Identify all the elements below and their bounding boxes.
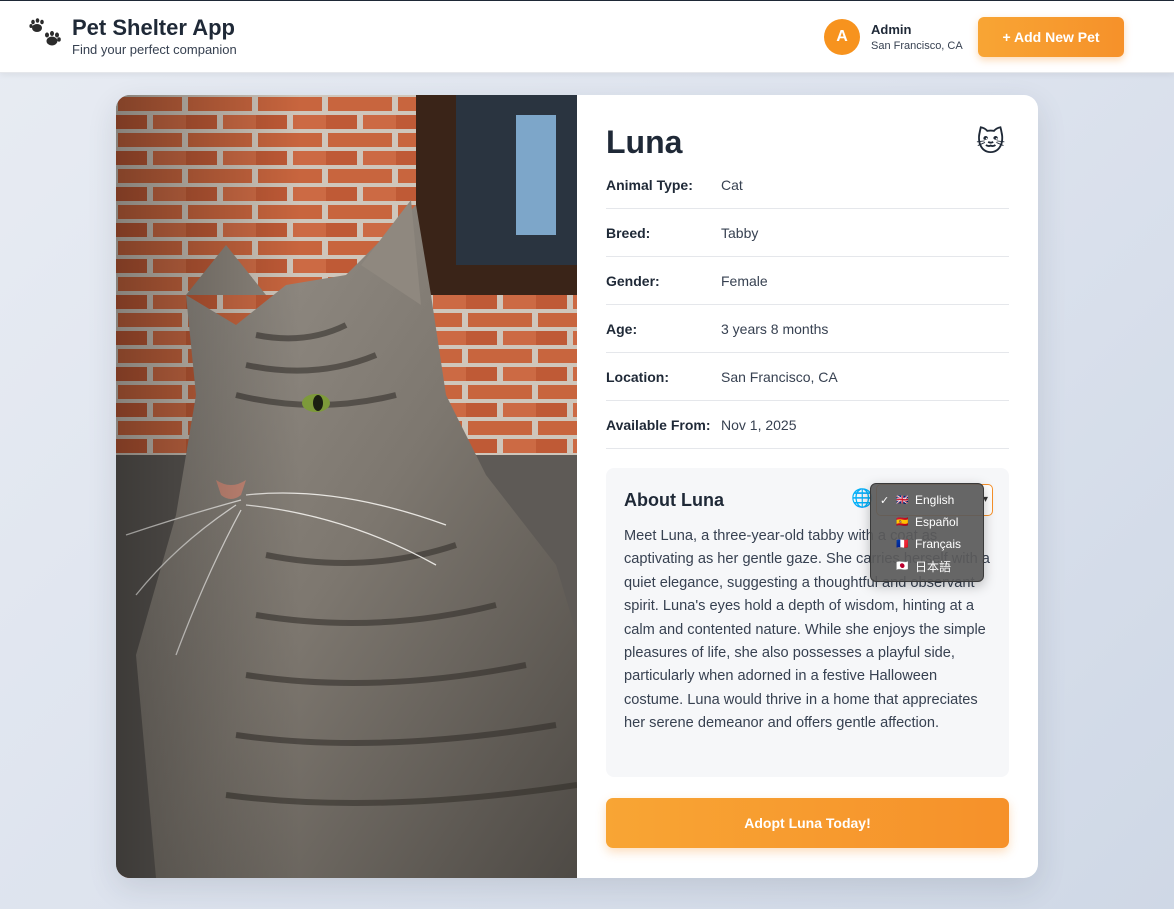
info-row-animal-type: Animal Type: Cat	[606, 161, 1009, 209]
brand[interactable]: Pet Shelter App Find your perfect compan…	[28, 15, 237, 58]
language-option-label: Français	[915, 537, 962, 551]
about-title: About Luna	[624, 490, 724, 510]
info-value: San Francisco, CA	[721, 368, 838, 385]
info-label: Animal Type:	[606, 176, 693, 193]
app-title: Pet Shelter App	[72, 15, 235, 40]
info-row-breed: Breed: Tabby	[606, 209, 1009, 257]
pet-photo	[116, 95, 577, 878]
info-value: Female	[721, 272, 768, 289]
info-label: Location:	[606, 368, 669, 385]
info-value: Nov 1, 2025	[721, 416, 797, 433]
info-label: Age:	[606, 320, 638, 337]
checkmark-icon: ✓	[880, 494, 890, 507]
app-subtitle: Find your perfect companion	[72, 42, 237, 57]
pet-info-list: Animal Type: Cat Breed: Tabby Gender: Fe…	[606, 161, 1009, 449]
language-option-japanese[interactable]: 🇯🇵 日本語	[871, 555, 983, 577]
language-option-spanish[interactable]: 🇪🇸 Español	[871, 511, 983, 533]
language-option-label: English	[915, 493, 955, 507]
avatar[interactable]: A	[824, 19, 860, 55]
uk-flag-icon: 🇬🇧	[896, 494, 909, 506]
info-value: 3 years 8 months	[721, 320, 829, 337]
adopt-button[interactable]: Adopt Luna Today!	[606, 798, 1009, 848]
language-dropdown-menu: ✓ 🇬🇧 English 🇪🇸 Español 🇫🇷 Français 🇯🇵 日…	[870, 483, 984, 582]
user-location: San Francisco, CA	[871, 39, 963, 52]
add-new-pet-button[interactable]: + Add New Pet	[978, 17, 1124, 57]
language-option-english[interactable]: ✓ 🇬🇧 English	[871, 489, 983, 511]
language-option-label: 日本語	[915, 559, 952, 574]
user-profile[interactable]: A Admin San Francisco, CA	[824, 19, 963, 55]
info-row-available-from: Available From: Nov 1, 2025	[606, 401, 1009, 449]
spain-flag-icon: 🇪🇸	[896, 516, 909, 528]
language-option-french[interactable]: 🇫🇷 Français	[871, 533, 983, 555]
japan-flag-icon: 🇯🇵	[896, 560, 909, 572]
info-label: Breed:	[606, 224, 651, 241]
cat-emoji-icon: 🐱	[976, 126, 1006, 157]
user-name: Admin	[871, 21, 912, 37]
pet-name: Luna	[606, 124, 683, 160]
info-row-location: Location: San Francisco, CA	[606, 353, 1009, 401]
app-header: Pet Shelter App Find your perfect compan…	[0, 1, 1174, 73]
info-value: Cat	[721, 176, 743, 193]
info-value: Tabby	[721, 224, 759, 241]
info-row-age: Age: 3 years 8 months	[606, 305, 1009, 353]
info-label: Gender:	[606, 272, 660, 289]
paw-prints-icon	[28, 17, 64, 53]
info-row-gender: Gender: Female	[606, 257, 1009, 305]
language-option-label: Español	[915, 515, 959, 529]
france-flag-icon: 🇫🇷	[896, 538, 909, 550]
info-label: Available From:	[606, 416, 711, 433]
